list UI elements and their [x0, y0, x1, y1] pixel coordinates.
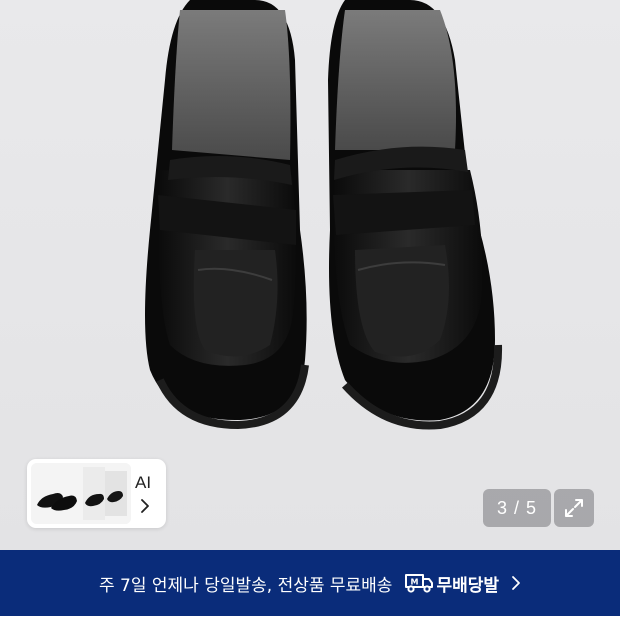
- thumbnail-image: [31, 463, 131, 524]
- svg-text:M: M: [411, 578, 419, 587]
- ai-label: AI: [135, 473, 152, 492]
- truck-icon: M: [405, 574, 434, 593]
- left-loafer: [145, 0, 309, 430]
- chevron-right-icon: [141, 499, 149, 513]
- shipping-brand-label: 무배당발: [436, 575, 500, 596]
- chevron-right-icon: [512, 576, 520, 590]
- expand-arrows-icon: [565, 499, 583, 517]
- right-loafer: [328, 0, 503, 430]
- ai-thumbnail-card[interactable]: [27, 459, 166, 528]
- shipping-banner-text: 주 7일 언제나 당일발송, 전상품 무료배송: [98, 575, 393, 596]
- image-counter-text: 3 / 5: [496, 497, 538, 518]
- product-image-viewer[interactable]: AI 3 / 5: [0, 0, 620, 550]
- expand-button[interactable]: [554, 489, 594, 527]
- image-counter: 3 / 5: [483, 489, 551, 527]
- bottom-edge: [0, 616, 620, 620]
- shipping-banner[interactable]: 주 7일 언제나 당일발송, 전상품 무료배송 M 무배당발: [0, 550, 620, 616]
